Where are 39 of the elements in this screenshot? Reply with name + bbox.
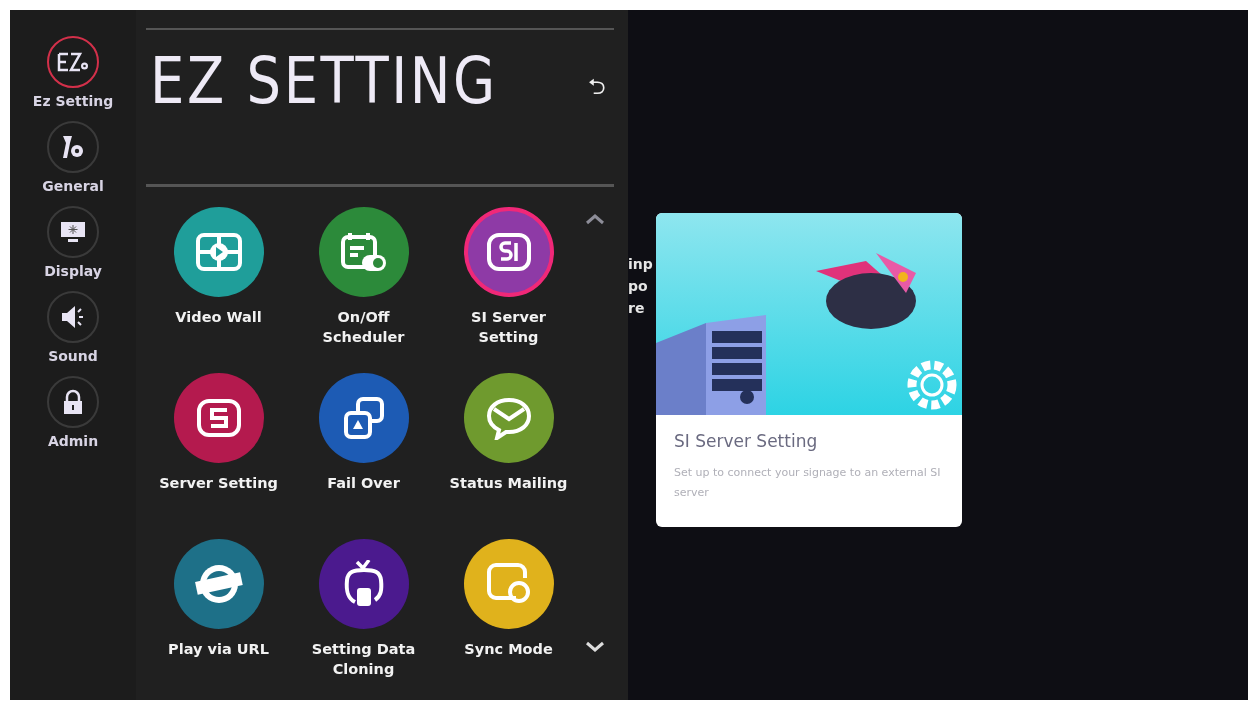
menu-item-label: Status Mailing (449, 474, 568, 493)
si-badge-icon (485, 232, 532, 272)
sidebar-item[interactable] (47, 36, 99, 88)
menu-item-label: On/Off Scheduler (321, 308, 406, 347)
calendar-toggle-icon (339, 231, 388, 273)
card-title: SI Server Setting (674, 431, 819, 451)
card-description: Set up to connect your signage to an external SI server (674, 465, 942, 501)
message-fragment: po (628, 277, 649, 296)
back-button[interactable]: ⮌ (580, 66, 614, 112)
sidebar-label: Sound (48, 348, 98, 364)
panel-title: EZ SETTING (150, 44, 498, 118)
sidebar-item[interactable] (47, 291, 99, 343)
envelope-bubble-icon (484, 396, 533, 440)
sidebar-label: General (42, 178, 104, 194)
s-badge-icon (195, 398, 242, 438)
menu-item-label: Sync Mode (464, 640, 553, 659)
menu-item-label: Setting Data Cloning (310, 640, 417, 679)
sidebar-item[interactable] (47, 121, 99, 173)
video-wall-icon (194, 232, 243, 272)
menu-item-label: Play via URL (168, 640, 269, 659)
message-fragment: inp (628, 255, 653, 274)
lock-icon (62, 389, 84, 415)
scroll-up-icon[interactable] (585, 213, 605, 225)
sidebar-label: Display (44, 263, 102, 279)
message-fragment: re (628, 299, 646, 318)
menu-item-label: Video Wall (175, 308, 262, 327)
menu-item-label: Fail Over (327, 474, 400, 493)
menu-item-label: Server Setting (159, 474, 278, 493)
sidebar-label: Admin (47, 433, 99, 449)
overlapping-screens-icon (341, 396, 386, 440)
sidebar-item[interactable] (47, 376, 99, 428)
sidebar-label: Ez Setting (32, 93, 114, 109)
sidebar-item[interactable] (47, 206, 99, 258)
menu-item-label: SI Server Setting (470, 308, 547, 347)
sync-screen-icon (485, 562, 532, 606)
speaker-icon (60, 304, 86, 330)
tv-clone-icon (342, 560, 385, 608)
monitor-icon (60, 220, 86, 244)
scroll-down-icon[interactable] (585, 641, 605, 653)
